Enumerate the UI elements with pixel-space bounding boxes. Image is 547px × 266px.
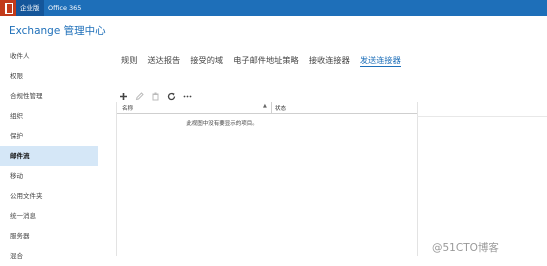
watermark-text: @51CTO博客 (432, 242, 499, 254)
topbar-enterprise-tab[interactable]: 企业版 (16, 0, 44, 16)
top-navigation-bar: 企业版 Office 365 (0, 0, 547, 16)
column-header-name[interactable]: 名称 (122, 104, 133, 112)
grid-toolbar (118, 87, 193, 101)
sidebar: 收件人 权限 合规性管理 组织 保护 邮件流 移动 公用文件夹 统一消息 服务器… (0, 46, 98, 266)
sidebar-item-public-folders[interactable]: 公用文件夹 (0, 186, 98, 206)
page-title: Exchange 管理中心 (9, 25, 106, 37)
sidebar-item-protection[interactable]: 保护 (0, 126, 98, 146)
sidebar-item-permissions[interactable]: 权限 (0, 66, 98, 86)
tab-rules[interactable]: 规则 (121, 54, 137, 66)
sidebar-item-mobile[interactable]: 移动 (0, 166, 98, 186)
column-header-status[interactable]: 状态 (275, 104, 286, 112)
grid-header: 名称 ▲ 状态 (117, 102, 418, 114)
details-pane-rule (417, 116, 547, 117)
tab-email-address-policies[interactable]: 电子邮件地址策略 (233, 54, 299, 66)
column-divider[interactable] (271, 102, 272, 113)
topbar-office365-link[interactable]: Office 365 (44, 0, 85, 16)
tab-accepted-domains[interactable]: 接受的域 (190, 54, 223, 66)
sidebar-item-compliance[interactable]: 合规性管理 (0, 86, 98, 106)
tab-receive-connectors[interactable]: 接收连接器 (309, 54, 350, 66)
connectors-list: 名称 ▲ 状态 此视图中没有要显示的项目。 (116, 102, 418, 256)
tab-delivery-reports[interactable]: 送达报告 (147, 54, 180, 66)
sidebar-item-unified-messaging[interactable]: 统一消息 (0, 206, 98, 226)
details-pane-divider (417, 102, 418, 256)
tab-send-connectors[interactable]: 发送连接器 (359, 54, 401, 67)
sidebar-item-servers[interactable]: 服务器 (0, 226, 98, 246)
sidebar-item-mail-flow[interactable]: 邮件流 (0, 146, 98, 166)
sidebar-item-recipients[interactable]: 收件人 (0, 46, 98, 66)
office-logo-icon[interactable] (0, 0, 16, 16)
sidebar-item-organization[interactable]: 组织 (0, 106, 98, 126)
mail-flow-tabs: 规则 送达报告 接受的域 电子邮件地址策略 接收连接器 发送连接器 (121, 48, 406, 67)
sidebar-item-hybrid[interactable]: 混合 (0, 246, 98, 266)
sort-ascending-icon[interactable]: ▲ (263, 103, 267, 109)
empty-state-message: 此视图中没有要显示的项目。 (186, 121, 258, 127)
